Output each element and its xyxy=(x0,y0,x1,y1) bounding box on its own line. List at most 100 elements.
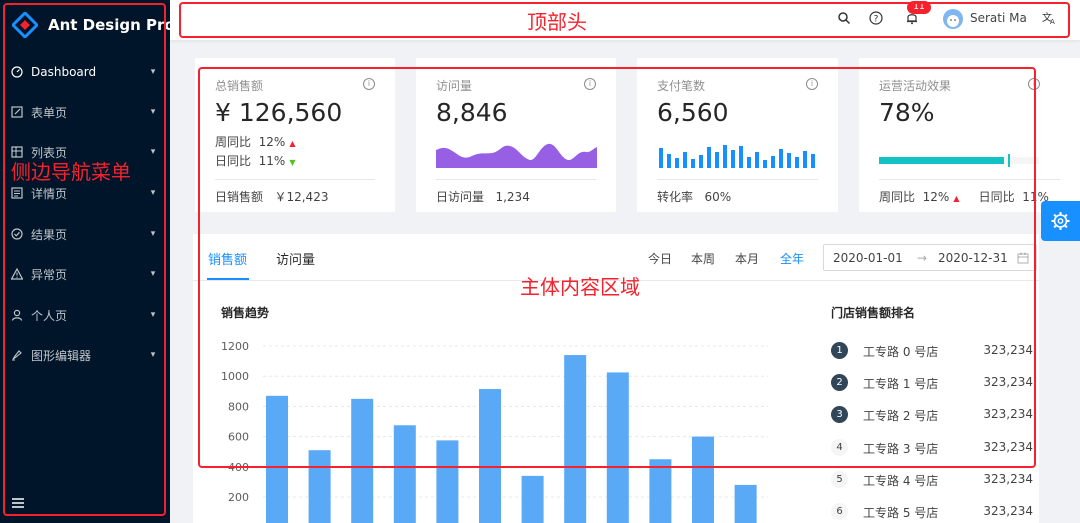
divider xyxy=(657,179,818,180)
divider xyxy=(215,179,375,180)
sales-bar[interactable] xyxy=(649,459,672,523)
total-sales-card: 总销售额 i ¥ 126,560 周同比 12% ▲ 日同比 11% ▼ 日销售额 … xyxy=(195,58,395,212)
card-value: 6,560 xyxy=(657,98,729,127)
sales-bar[interactable] xyxy=(266,395,288,523)
sidebar-item-profile[interactable]: 详情页 ▾ xyxy=(0,178,170,208)
dashboard-icon xyxy=(11,66,23,78)
y-tick-label: 800 xyxy=(228,400,249,413)
info-icon[interactable]: i xyxy=(1028,78,1040,90)
footer-label: 日访问量 xyxy=(436,190,485,204)
store-name: 工专路 0 号店 xyxy=(863,345,939,359)
rank-number: 5 xyxy=(831,470,848,488)
ranking-title: 门店销售额排名 xyxy=(831,306,916,320)
chevron-down-icon: ▾ xyxy=(150,229,156,239)
chevron-down-icon: ▾ xyxy=(150,107,156,117)
footer-label: 日销售额 xyxy=(215,190,264,204)
ranking-row: 2 工专路 1 号店 323,234 xyxy=(831,374,1037,394)
sales-bar[interactable] xyxy=(436,440,459,523)
sidebar-item-label: 详情页 xyxy=(31,186,68,201)
card-title: 访问量 xyxy=(436,79,473,93)
payments-card: 支付笔数 i 6,560 转化率 60% xyxy=(637,58,838,212)
sales-bar[interactable] xyxy=(308,450,331,523)
sidebar-item-form[interactable]: 表单页 ▾ xyxy=(0,97,170,127)
chevron-down-icon: ▾ xyxy=(150,350,156,360)
card-footer: 周同比 12% ▲ 日同比 11% xyxy=(879,188,1049,205)
store-sales: 323,234 xyxy=(983,407,1033,422)
sidebar-item-dashboard[interactable]: Dashboard ▾ xyxy=(0,57,170,87)
rank-number: 3 xyxy=(831,406,848,424)
question-circle-icon[interactable]: ? xyxy=(869,11,883,25)
sidebar-item-list[interactable]: 列表页 ▾ xyxy=(0,137,170,167)
sales-bar[interactable] xyxy=(564,355,587,523)
trend-label: 周同比 xyxy=(879,190,916,204)
week-trend: 周同比 12% ▲ xyxy=(215,133,295,150)
chevron-down-icon: ▾ xyxy=(150,188,156,198)
sales-bar[interactable] xyxy=(734,484,757,523)
ranking-row: 5 工专路 4 号店 323,234 xyxy=(831,470,1037,491)
trend-label: 日同比 xyxy=(215,154,252,168)
sales-bar[interactable] xyxy=(351,398,374,523)
search-icon[interactable] xyxy=(837,11,851,25)
app-logo[interactable]: Ant Design Pro xyxy=(12,10,175,40)
sidebar-item-label: 表单页 xyxy=(31,105,68,120)
payments-bar-chart xyxy=(659,145,815,168)
divider xyxy=(436,179,596,180)
avatar-face-icon xyxy=(947,15,959,27)
warning-icon xyxy=(11,268,23,280)
chevron-down-icon: ▾ xyxy=(150,310,156,320)
visits-card: 访问量 i 8,846 日访问量 1,234 xyxy=(416,58,616,212)
sidebar-item-label: 列表页 xyxy=(31,145,68,160)
chevron-down-icon: ▾ xyxy=(150,67,156,77)
sales-bar[interactable] xyxy=(692,436,714,523)
y-tick-label: 600 xyxy=(228,431,249,444)
progress-track xyxy=(879,154,1039,167)
avatar[interactable] xyxy=(943,9,963,29)
day-trend: 日同比 11% ▼ xyxy=(215,152,295,169)
sidebar-item-label: 异常页 xyxy=(31,267,68,282)
calendar-icon xyxy=(1017,252,1029,264)
end-date[interactable]: 2020-12-31 xyxy=(938,251,1008,265)
sidebar-item-label: 个人页 xyxy=(31,308,68,323)
user-icon xyxy=(11,309,23,321)
ranking-row: 4 工专路 3 号店 323,234 xyxy=(831,438,1037,459)
sales-bar[interactable] xyxy=(521,475,544,523)
store-name: 工专路 3 号店 xyxy=(863,441,939,456)
y-tick-label: 400 xyxy=(228,461,249,474)
user-name[interactable]: Serati Ma xyxy=(970,11,1027,25)
notification-badge: 11 xyxy=(907,1,931,14)
card-footer: 日访问量 1,234 xyxy=(436,188,530,205)
store-sales: 323,234 xyxy=(983,343,1033,357)
menu-fold-icon[interactable] xyxy=(12,498,24,508)
info-icon[interactable]: i xyxy=(584,78,596,90)
sidebar-item-label: Dashboard xyxy=(31,65,97,79)
card-title: 总销售额 xyxy=(215,79,264,93)
caret-up-icon: ▲ xyxy=(289,139,296,148)
global-header: ? 11 Serati Ma 文A xyxy=(170,0,1080,40)
ranking-row: 1 工专路 0 号店 323,234 xyxy=(831,342,1037,362)
store-name: 工专路 1 号店 xyxy=(863,377,939,392)
card-value: 78% xyxy=(879,98,935,127)
rank-number: 6 xyxy=(831,503,848,520)
card-value: ¥ 126,560 xyxy=(215,98,343,127)
progress-fill xyxy=(879,157,1004,164)
sidebar-item-account[interactable]: 个人页 ▾ xyxy=(0,300,170,330)
sidebar-item-exception[interactable]: 异常页 ▾ xyxy=(0,259,170,289)
info-icon[interactable]: i xyxy=(806,78,818,90)
info-icon[interactable]: i xyxy=(363,78,375,90)
sales-bar[interactable] xyxy=(606,372,629,523)
sales-bar[interactable] xyxy=(393,425,416,523)
caret-down-icon: ▼ xyxy=(289,158,296,167)
sales-bar[interactable] xyxy=(479,389,501,523)
translation-icon[interactable]: 文A xyxy=(1041,11,1057,25)
y-tick-label: 200 xyxy=(228,491,249,504)
date-range-picker[interactable]: 2020-01-01 → 2020-12-31 xyxy=(823,244,1037,271)
settings-drawer-button[interactable] xyxy=(1041,201,1080,241)
start-date[interactable]: 2020-01-01 xyxy=(833,251,903,265)
progress-target-marker xyxy=(1008,154,1010,167)
trend-value: 12% xyxy=(922,190,950,204)
svg-text:?: ? xyxy=(874,15,879,25)
trend-value: 11% xyxy=(258,154,286,168)
sidebar-item-editor[interactable]: 图形编辑器 ▾ xyxy=(0,340,170,370)
sidebar-item-result[interactable]: 结果页 ▾ xyxy=(0,219,170,249)
footer-value: 60% xyxy=(704,190,732,204)
